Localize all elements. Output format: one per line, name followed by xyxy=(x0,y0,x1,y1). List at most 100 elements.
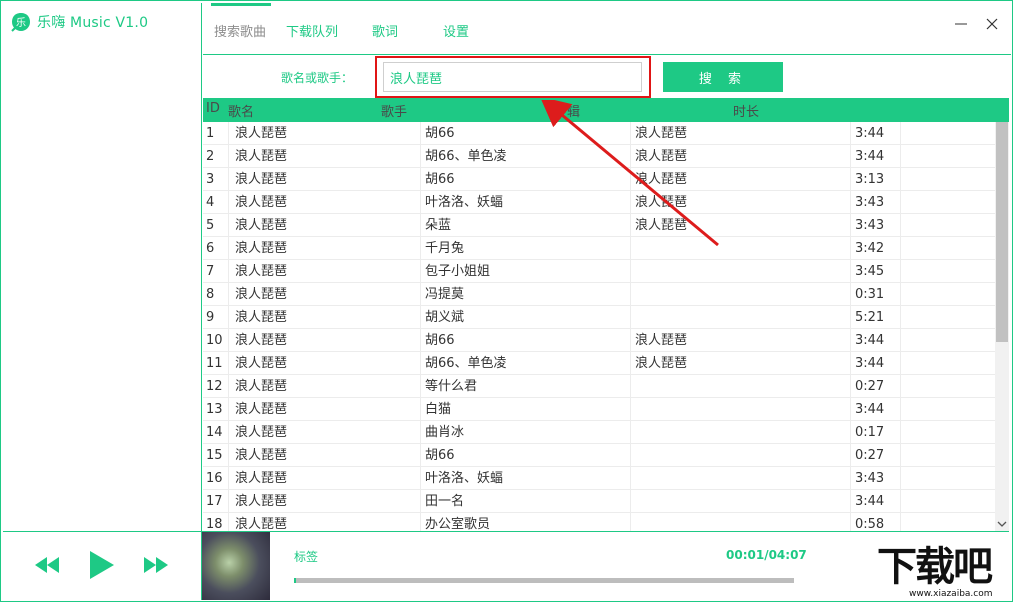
column-divider xyxy=(630,467,631,490)
column-header-id[interactable]: ID xyxy=(206,101,220,116)
close-button[interactable] xyxy=(981,13,1003,35)
column-divider xyxy=(630,398,631,421)
column-divider xyxy=(630,283,631,306)
column-divider xyxy=(850,145,851,168)
column-divider xyxy=(228,214,229,237)
table-row[interactable]: 1 浪人琵琶 胡66 浪人琵琶 3:44 xyxy=(203,122,995,145)
minimize-button[interactable] xyxy=(950,13,972,35)
table-row[interactable]: 2 浪人琵琶 胡66、单色凌 浪人琵琶 3:44 xyxy=(203,145,995,168)
table-row[interactable]: 16 浪人琵琶 叶洛洛、妖蝠 3:43 xyxy=(203,467,995,490)
column-divider xyxy=(850,398,851,421)
column-header-duration[interactable]: 时长 xyxy=(733,101,759,120)
cell-duration: 3:44 xyxy=(855,126,885,141)
cell-id: 1 xyxy=(206,126,215,141)
column-divider xyxy=(420,191,421,214)
column-divider xyxy=(630,490,631,513)
column-divider xyxy=(850,237,851,260)
column-divider xyxy=(630,306,631,329)
column-divider xyxy=(228,283,229,306)
column-divider xyxy=(420,122,421,145)
scroll-down-icon[interactable] xyxy=(997,519,1007,529)
cell-duration: 0:17 xyxy=(855,425,885,440)
column-divider xyxy=(850,260,851,283)
column-divider xyxy=(228,421,229,444)
search-button[interactable]: 搜 索 xyxy=(663,62,783,92)
column-header-song[interactable]: 歌名 xyxy=(228,101,254,120)
table-row[interactable]: 14 浪人琵琶 曲肖冰 0:17 xyxy=(203,421,995,444)
next-button[interactable] xyxy=(144,557,168,577)
cell-artist: 胡66 xyxy=(425,333,455,348)
column-divider xyxy=(420,375,421,398)
previous-button[interactable] xyxy=(35,557,59,577)
cell-song: 浪人琵琶 xyxy=(235,218,288,233)
table-row[interactable]: 17 浪人琵琶 田一名 3:44 xyxy=(203,490,995,513)
cell-song: 浪人琵琶 xyxy=(235,195,288,210)
table-row[interactable]: 6 浪人琵琶 千月兔 3:42 xyxy=(203,237,995,260)
cell-id: 12 xyxy=(206,379,223,394)
tab-search-songs[interactable]: 搜索歌曲 xyxy=(214,21,266,40)
column-divider xyxy=(900,191,901,214)
column-divider xyxy=(630,237,631,260)
cell-song: 浪人琵琶 xyxy=(235,287,288,302)
table-row[interactable]: 12 浪人琵琶 等什么君 0:27 xyxy=(203,375,995,398)
cell-id: 7 xyxy=(206,264,215,279)
cell-duration: 3:44 xyxy=(855,333,885,348)
column-divider xyxy=(850,306,851,329)
cell-song: 浪人琵琶 xyxy=(235,264,288,279)
cell-id: 2 xyxy=(206,149,215,164)
table-row[interactable]: 7 浪人琵琶 包子小姐姐 3:45 xyxy=(203,260,995,283)
progress-bar[interactable] xyxy=(294,578,794,583)
cell-id: 5 xyxy=(206,218,215,233)
column-divider xyxy=(900,444,901,467)
cell-artist: 曲肖冰 xyxy=(425,425,465,440)
cell-duration: 3:42 xyxy=(855,241,885,256)
tab-lyrics[interactable]: 歌词 xyxy=(372,21,398,40)
cell-artist: 叶洛洛、妖蝠 xyxy=(425,195,504,210)
column-header-album[interactable]: 专辑 xyxy=(554,101,580,120)
cell-song: 浪人琵琶 xyxy=(235,425,288,440)
search-input[interactable]: 浪人琵琶 xyxy=(383,62,642,92)
minimize-icon xyxy=(955,23,967,25)
column-divider xyxy=(900,168,901,191)
cell-song: 浪人琵琶 xyxy=(235,494,288,509)
cell-album: 浪人琵琶 xyxy=(635,218,688,233)
tab-download-queue[interactable]: 下载队列 xyxy=(286,21,338,40)
table-row[interactable]: 4 浪人琵琶 叶洛洛、妖蝠 浪人琵琶 3:43 xyxy=(203,191,995,214)
tab-settings[interactable]: 设置 xyxy=(443,21,469,40)
column-divider xyxy=(228,467,229,490)
table-row[interactable]: 18 浪人琵琶 办公室歌员 0:58 xyxy=(203,513,995,531)
progress-fill xyxy=(294,578,296,583)
table-row[interactable]: 15 浪人琵琶 胡66 0:27 xyxy=(203,444,995,467)
table-row[interactable]: 8 浪人琵琶 冯提莫 0:31 xyxy=(203,283,995,306)
play-button[interactable] xyxy=(90,551,114,583)
column-header-artist[interactable]: 歌手 xyxy=(381,101,407,120)
cell-id: 14 xyxy=(206,425,223,440)
table-row[interactable]: 10 浪人琵琶 胡66 浪人琵琶 3:44 xyxy=(203,329,995,352)
column-divider xyxy=(420,214,421,237)
cell-artist: 胡66 xyxy=(425,448,455,463)
player-bar: 标签 00:01/04:07 xyxy=(3,531,1009,600)
cell-artist: 田一名 xyxy=(425,494,465,509)
column-divider xyxy=(850,467,851,490)
cell-duration: 3:44 xyxy=(855,494,885,509)
column-divider xyxy=(420,168,421,191)
column-divider xyxy=(630,444,631,467)
cell-artist: 千月兔 xyxy=(425,241,465,256)
table-row[interactable]: 11 浪人琵琶 胡66、单色凌 浪人琵琶 3:44 xyxy=(203,352,995,375)
playback-controls xyxy=(3,532,202,600)
column-divider xyxy=(228,513,229,531)
column-divider xyxy=(630,421,631,444)
column-divider xyxy=(228,191,229,214)
table-row[interactable]: 13 浪人琵琶 白猫 3:44 xyxy=(203,398,995,421)
left-sidebar: 乐 乐嗨 Music V1.0 xyxy=(3,3,202,531)
cell-artist: 办公室歌员 xyxy=(425,517,491,531)
table-row[interactable]: 9 浪人琵琶 胡义斌 5:21 xyxy=(203,306,995,329)
cell-artist: 胡66、单色凌 xyxy=(425,149,507,164)
cell-duration: 0:27 xyxy=(855,379,885,394)
table-row[interactable]: 5 浪人琵琶 朵蓝 浪人琵琶 3:43 xyxy=(203,214,995,237)
column-divider xyxy=(630,329,631,352)
column-divider xyxy=(630,513,631,531)
table-row[interactable]: 3 浪人琵琶 胡66 浪人琵琶 3:13 xyxy=(203,168,995,191)
table-scrollbar[interactable] xyxy=(995,122,1009,531)
scrollbar-thumb[interactable] xyxy=(996,122,1008,342)
